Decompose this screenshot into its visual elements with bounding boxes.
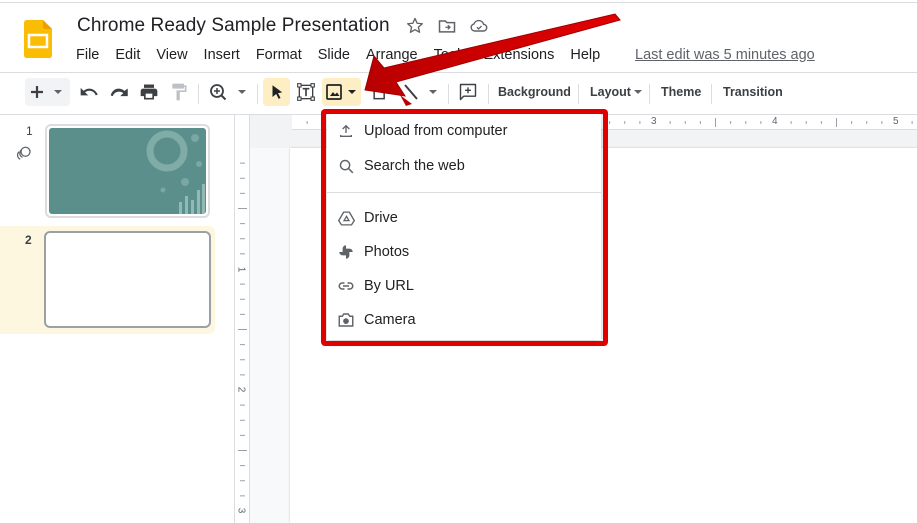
background-button[interactable]: Background xyxy=(498,78,571,106)
menu-insert[interactable]: Insert xyxy=(204,47,240,67)
menu-item-label: Photos xyxy=(364,244,410,260)
ruler-label: 3 xyxy=(235,507,247,514)
undo-button[interactable] xyxy=(78,78,100,106)
search-icon xyxy=(337,157,355,175)
photos-icon xyxy=(337,243,355,261)
menu-format[interactable]: Format xyxy=(256,47,302,67)
paint-format-button[interactable] xyxy=(168,78,190,106)
toolbar-separator xyxy=(198,84,199,104)
toolbar-separator xyxy=(448,84,449,104)
menu-tools[interactable]: Tools xyxy=(434,47,468,67)
toolbar-separator xyxy=(649,84,650,104)
print-button[interactable] xyxy=(138,78,160,106)
menu-bar: File Edit View Insert Format Slide Arran… xyxy=(76,47,616,67)
select-tool-button[interactable] xyxy=(263,78,290,106)
slide-1-decoration xyxy=(146,130,205,214)
move-to-folder-icon[interactable] xyxy=(437,16,457,36)
ruler-label: 2 xyxy=(235,386,247,393)
menu-separator xyxy=(327,192,601,193)
line-button[interactable] xyxy=(398,78,443,106)
top-border xyxy=(0,2,917,3)
slide-1-preview xyxy=(49,128,206,214)
ruler-label: 3 xyxy=(651,116,657,127)
last-edit-link[interactable]: Last edit was 5 minutes ago xyxy=(635,47,815,63)
new-slide-button[interactable] xyxy=(25,78,70,106)
slide-number: 1 xyxy=(26,124,33,138)
vertical-ruler-ticks xyxy=(238,162,247,497)
theme-button[interactable]: Theme xyxy=(661,78,701,106)
link-icon xyxy=(337,277,355,295)
menu-item-by-url[interactable]: By URL xyxy=(327,269,601,303)
chevron-down-icon xyxy=(633,90,642,94)
slide-thumbnail-2[interactable] xyxy=(44,231,211,328)
menu-slide[interactable]: Slide xyxy=(318,47,350,67)
ruler-label: 4 xyxy=(772,116,778,127)
menu-item-search-the-web[interactable]: Search the web xyxy=(327,149,601,183)
layout-button[interactable]: Layout xyxy=(590,78,644,106)
ruler-margin-shade xyxy=(250,115,292,130)
animation-icon[interactable] xyxy=(15,145,33,168)
menu-item-label: Search the web xyxy=(364,158,465,174)
ruler-label: 5 xyxy=(893,116,899,127)
menu-edit[interactable]: Edit xyxy=(115,47,140,67)
slide-thumbnail-1[interactable] xyxy=(45,124,210,218)
menu-item-label: Drive xyxy=(364,210,398,226)
camera-icon xyxy=(337,311,355,329)
cloud-saved-icon[interactable] xyxy=(469,16,489,36)
menu-item-label: Upload from computer xyxy=(364,123,508,139)
layout-label: Layout xyxy=(590,85,631,99)
document-title[interactable]: Chrome Ready Sample Presentation xyxy=(77,15,390,37)
menu-item-upload-from-computer[interactable]: Upload from computer xyxy=(327,114,601,148)
vertical-ruler[interactable] xyxy=(234,115,250,523)
transition-button[interactable]: Transition xyxy=(723,78,783,106)
menu-help[interactable]: Help xyxy=(570,47,600,67)
insert-image-button[interactable] xyxy=(322,78,361,106)
menu-arrange[interactable]: Arrange xyxy=(366,47,418,67)
menu-item-camera[interactable]: Camera xyxy=(327,303,601,337)
menu-item-photos[interactable]: Photos xyxy=(327,235,601,269)
toolbar: Background Layout Theme Transition xyxy=(0,78,917,108)
toolbar-separator xyxy=(257,84,258,104)
menu-view[interactable]: View xyxy=(156,47,187,67)
redo-button[interactable] xyxy=(108,78,130,106)
divider xyxy=(0,72,917,73)
menu-file[interactable]: File xyxy=(76,47,99,67)
menu-item-label: Camera xyxy=(364,312,416,328)
text-box-button[interactable] xyxy=(294,78,318,106)
menu-item-label: By URL xyxy=(364,278,414,294)
upload-icon xyxy=(337,122,355,140)
ruler-label: 1 xyxy=(235,266,247,273)
slide-number: 2 xyxy=(25,233,32,247)
add-comment-button[interactable] xyxy=(455,78,480,106)
toolbar-separator xyxy=(578,84,579,104)
drive-icon xyxy=(337,209,355,227)
shape-button[interactable] xyxy=(366,78,394,106)
menu-extensions[interactable]: Extensions xyxy=(483,47,554,67)
toolbar-separator xyxy=(488,84,489,104)
insert-image-menu: Upload from computer Search the web Driv… xyxy=(327,113,601,340)
slides-logo-icon[interactable] xyxy=(24,20,52,58)
zoom-button[interactable] xyxy=(206,78,251,106)
star-icon[interactable] xyxy=(405,16,425,36)
toolbar-separator xyxy=(711,84,712,104)
menu-item-drive[interactable]: Drive xyxy=(327,201,601,235)
